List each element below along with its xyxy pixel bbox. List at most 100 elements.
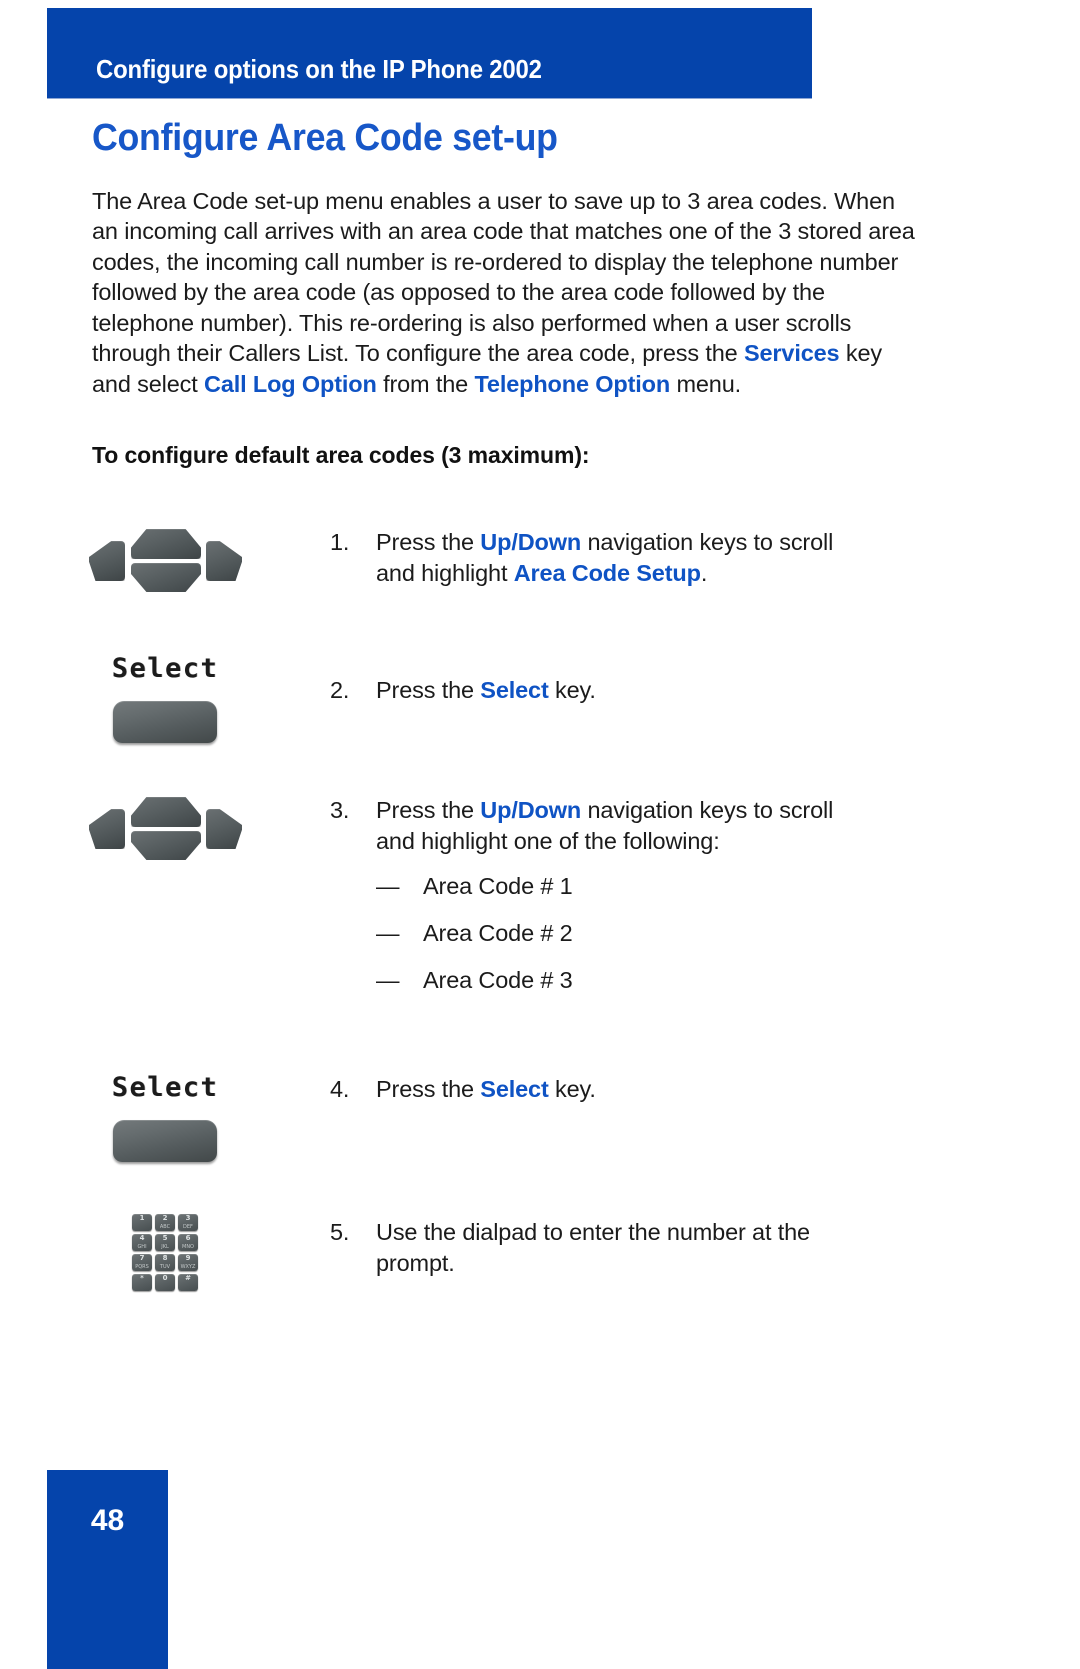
list-item: — Area Code # 2 <box>376 918 1040 949</box>
nav-up-key[interactable] <box>131 797 201 827</box>
step-2-number: 2. <box>330 677 350 703</box>
step-3: 3. Press the Up/Down navigation keys to … <box>0 795 1080 1012</box>
page-title: Configure Area Code set-up <box>92 117 558 159</box>
dialpad-key-sub: WXYZ <box>180 1264 196 1270</box>
nav-down-key[interactable] <box>131 831 201 860</box>
list-item: — Area Code # 3 <box>376 965 1040 996</box>
dialpad-key-sub: PQRS <box>135 1264 149 1270</box>
step-1-number: 1. <box>330 529 350 555</box>
page-number: 48 <box>90 1504 125 1537</box>
dialpad-key-4[interactable]: 4 GHI <box>132 1234 152 1251</box>
dialpad-icon[interactable]: 1 2 ABC 3 DEF 4 GHI 5 JKL 6 MNO 7 PQRS 8 TUV 9 W… <box>132 1214 198 1291</box>
dialpad-key-8[interactable]: 8 TUV <box>155 1254 175 1271</box>
dialpad-key-sub: TUV <box>159 1264 171 1270</box>
step-1: 1. Press the Up/Down navigation keys to … <box>0 527 1080 593</box>
dialpad-key-glyph: 1 <box>139 1214 145 1222</box>
nav-down-key[interactable] <box>131 563 201 592</box>
option-label: Area Code # 3 <box>423 967 573 993</box>
select-softkey-icon[interactable]: Select <box>90 651 240 743</box>
dialpad-key-6[interactable]: 6 MNO <box>178 1234 198 1251</box>
step-3-text: Press the Up/Down navigation keys to scr… <box>376 795 846 857</box>
nav-left-key[interactable] <box>89 541 125 581</box>
dialpad-key-glyph: 0 <box>162 1274 168 1282</box>
step-4: Select 4. Press the Select key. <box>0 1070 1080 1162</box>
step-4-icon-cell: Select <box>0 1070 330 1162</box>
step-1-text: Press the Up/Down navigation keys to scr… <box>376 527 846 589</box>
option-label: Area Code # 2 <box>423 920 573 946</box>
page-content: Configure Area Code set-up The Area Code… <box>92 117 932 469</box>
navigation-cluster-icon[interactable] <box>89 795 242 861</box>
keyword-services: Services <box>743 340 840 367</box>
page-number-box: 48 <box>47 1470 168 1669</box>
select-lcd-label: Select <box>111 653 219 684</box>
dialpad-key-glyph: 8 <box>162 1254 168 1262</box>
step-5: 1 2 ABC 3 DEF 4 GHI 5 JKL 6 MNO 7 PQRS 8 TUV 9 W… <box>0 1214 1080 1291</box>
step-1-text-post: . <box>700 560 708 586</box>
step-2-icon-cell: Select <box>0 651 330 743</box>
procedure-steps: 1. Press the Up/Down navigation keys to … <box>0 527 1080 1291</box>
dialpad-key-glyph: # <box>185 1274 191 1282</box>
step-5-text: Use the dialpad to enter the number at t… <box>376 1219 810 1276</box>
intro-text-part3: from the <box>376 370 475 397</box>
dialpad-key-sub: JKL <box>161 1244 169 1250</box>
step-5-number: 5. <box>330 1219 350 1245</box>
dialpad-key-3[interactable]: 3 DEF <box>178 1214 198 1231</box>
select-lcd-label: Select <box>111 1072 219 1103</box>
navigation-cluster-icon[interactable] <box>89 527 242 593</box>
select-softkey-icon[interactable]: Select <box>90 1070 240 1162</box>
dialpad-key-star[interactable]: * <box>132 1274 152 1291</box>
nav-right-key[interactable] <box>206 809 242 849</box>
keyword-telephone-option: Telephone Option <box>474 370 671 397</box>
intro-paragraph: The Area Code set-up menu enables a user… <box>92 186 927 400</box>
dialpad-key-glyph: 7 <box>139 1254 145 1262</box>
step-1-icon-cell <box>0 527 330 593</box>
step-5-body: 5. Use the dialpad to enter the number a… <box>330 1214 1080 1279</box>
step-4-number: 4. <box>330 1076 350 1102</box>
dialpad-key-sub: MNO <box>182 1244 194 1250</box>
dialpad-key-7[interactable]: 7 PQRS <box>132 1254 152 1271</box>
step-3-icon-cell <box>0 795 330 861</box>
softkey-button[interactable] <box>113 1120 217 1162</box>
dialpad-key-glyph: 5 <box>162 1234 168 1242</box>
keyword-select-4: Select <box>480 1076 549 1102</box>
step-4-text-post: key. <box>548 1076 596 1102</box>
step-5-icon-cell: 1 2 ABC 3 DEF 4 GHI 5 JKL 6 MNO 7 PQRS 8 TUV 9 W… <box>0 1214 330 1291</box>
step-3-options-list: — Area Code # 1 — Area Code # 2 — Area Code… <box>376 871 1040 996</box>
running-header-band: Configure options on the IP Phone 2002 <box>47 8 812 98</box>
dialpad-key-0[interactable]: 0 <box>155 1274 175 1291</box>
step-3-body: 3. Press the Up/Down navigation keys to … <box>330 795 1080 1012</box>
step-4-text-pre: Press the <box>376 1076 481 1102</box>
keyword-area-code-setup: Area Code Setup <box>513 560 701 586</box>
step-4-body: 4. Press the Select key. <box>330 1070 1080 1105</box>
dialpad-key-glyph: 9 <box>185 1254 191 1262</box>
softkey-button[interactable] <box>113 701 217 743</box>
intro-text-part4: menu. <box>670 370 742 397</box>
dialpad-key-glyph: 2 <box>162 1214 168 1222</box>
dialpad-key-sub: GHI <box>137 1244 147 1250</box>
dialpad-key-9[interactable]: 9 WXYZ <box>178 1254 198 1271</box>
step-3-text-pre: Press the <box>376 797 481 823</box>
dialpad-key-sub: DEF <box>183 1224 193 1230</box>
dialpad-key-glyph: 6 <box>185 1234 191 1242</box>
dialpad-key-glyph: 3 <box>185 1214 191 1222</box>
step-2-text-pre: Press the <box>376 677 481 703</box>
nav-right-key[interactable] <box>206 541 242 581</box>
step-2: Select 2. Press the Select key. <box>0 651 1080 743</box>
running-header-title: Configure options on the IP Phone 2002 <box>96 54 542 84</box>
nav-up-key[interactable] <box>131 529 201 559</box>
keyword-up-down: Up/Down <box>480 529 582 555</box>
keyword-call-log-option: Call Log Option <box>204 370 377 397</box>
dash-bullet: — <box>376 873 400 899</box>
step-3-number: 3. <box>330 797 350 823</box>
dash-bullet: — <box>376 967 400 993</box>
step-1-body: 1. Press the Up/Down navigation keys to … <box>330 527 1080 589</box>
dialpad-key-hash[interactable]: # <box>178 1274 198 1291</box>
dialpad-key-5[interactable]: 5 JKL <box>155 1234 175 1251</box>
step-2-body: 2. Press the Select key. <box>330 651 1080 706</box>
dialpad-key-sub: ABC <box>159 1224 171 1230</box>
dash-bullet: — <box>376 920 400 946</box>
dialpad-key-2[interactable]: 2 ABC <box>155 1214 175 1231</box>
step-4-text: Press the Select key. <box>376 1074 846 1105</box>
nav-left-key[interactable] <box>89 809 125 849</box>
dialpad-key-1[interactable]: 1 <box>132 1214 152 1231</box>
